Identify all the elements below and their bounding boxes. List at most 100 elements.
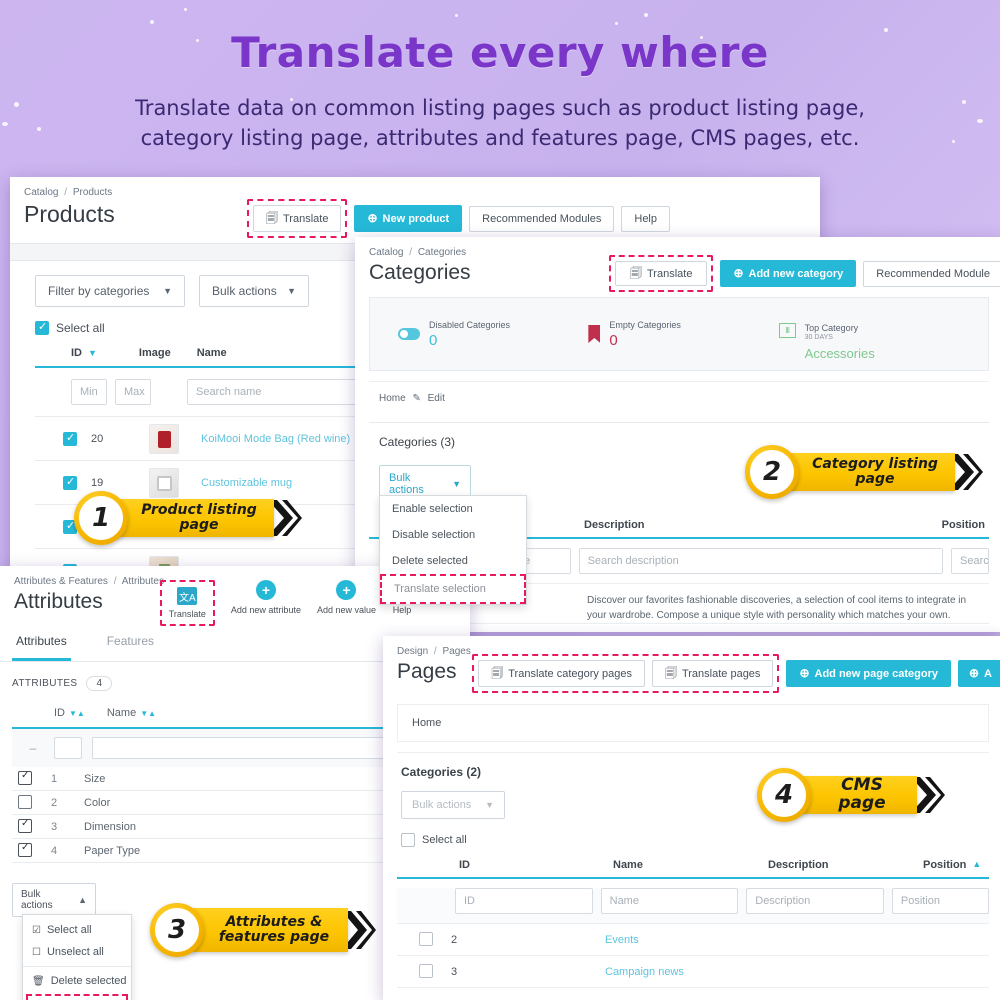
bulk-actions-select[interactable]: Bulk actions ▼ [199, 275, 309, 307]
breadcrumb-parent[interactable]: Catalog [369, 247, 403, 258]
ribbon-badge-4: 4 CMS page [757, 768, 945, 822]
row-name-link[interactable]: KoiMooi Mode Bag (Red wine) [201, 433, 350, 445]
row-checkbox[interactable] [419, 964, 433, 979]
menu-item-unselect-all[interactable]: ☐ Unselect all [23, 941, 131, 963]
products-header: Catalog / Products Products 🗐 Translate … [10, 177, 820, 243]
row-checkbox[interactable] [18, 818, 32, 834]
column-header-position[interactable]: Position [923, 859, 966, 871]
menu-item-translate-selection[interactable]: Translate selection [380, 574, 526, 604]
sort-chevron-up-icon[interactable]: ▲ [972, 859, 981, 871]
filter-position-input[interactable]: Searc [951, 548, 989, 574]
breadcrumb-separator: / [409, 247, 413, 258]
column-header-name[interactable]: Name [197, 347, 227, 359]
menu-item-disable-selection[interactable]: Disable selection [380, 522, 526, 548]
row-id: 3 [50, 820, 58, 833]
help-button[interactable]: Help [621, 205, 670, 232]
translate-icon: 🗐 [266, 211, 278, 225]
column-header-name[interactable]: Name [107, 707, 136, 719]
recommended-modules-button[interactable]: Recommended Module [863, 260, 1000, 287]
menu-item-delete-selected[interactable]: Delete selected [380, 548, 526, 574]
translate-pages-button[interactable]: 🗐 Translate pages [651, 660, 774, 688]
column-header-description[interactable]: Description [768, 859, 923, 871]
ribbon-bar: Attributes & features page [190, 908, 348, 952]
filter-min-input[interactable]: Min [71, 379, 107, 405]
menu-item-translate-selection[interactable]: 🗐 Translate selection [26, 994, 128, 1000]
nav-edit[interactable]: Edit [428, 393, 445, 404]
column-header-position[interactable]: Position [942, 519, 989, 531]
sort-chevron-icon[interactable]: ▼ [88, 348, 97, 358]
row-name-link[interactable]: Customizable mug [201, 477, 292, 489]
column-header-id[interactable]: ID [54, 707, 65, 719]
table-row[interactable]: 3 Campaign news [397, 955, 989, 987]
pages-bulk-actions-select[interactable]: Bulk actions ▼ [401, 791, 505, 819]
sort-icon[interactable]: ▼▲ [140, 709, 156, 718]
menu-item-enable-selection[interactable]: Enable selection [380, 496, 526, 522]
add-new-page-button[interactable]: ⊕ A [957, 660, 1000, 688]
translate-pages-label: Translate pages [681, 667, 761, 680]
categories-panel: Catalog / Categories Categories 🗐 Transl… [355, 237, 1000, 632]
new-product-button[interactable]: ⊕ New product [354, 205, 463, 233]
row-checkbox[interactable] [18, 770, 32, 786]
filter-position-input[interactable]: Position [891, 888, 990, 914]
filter-id-input[interactable]: ID [455, 888, 593, 914]
breadcrumb-current: Pages [442, 646, 471, 657]
column-header-description[interactable]: Description [584, 519, 645, 531]
new-product-label: New product [382, 212, 450, 225]
breadcrumb-parent[interactable]: Design [397, 646, 428, 657]
nav-home[interactable]: Home [379, 393, 406, 404]
kpi-value: 0 [609, 331, 618, 349]
select-all-label: Select all [56, 321, 105, 335]
breadcrumb-parent[interactable]: Catalog [24, 187, 58, 198]
filter-max-input[interactable]: Max [115, 379, 151, 405]
row-name-link[interactable]: Campaign news [605, 966, 760, 978]
translate-action[interactable]: 文A Translate [169, 587, 206, 619]
menu-item-select-all[interactable]: ☑ Select all [23, 919, 131, 941]
filter-by-categories-label: Filter by categories [48, 284, 150, 298]
select-all-checkbox[interactable] [35, 320, 49, 335]
plus-icon: + [255, 580, 276, 600]
kpi-sublabel: 30 DAYS [804, 334, 833, 341]
select-all-checkbox[interactable] [401, 833, 415, 847]
sort-icon[interactable]: ▼▲ [69, 709, 85, 718]
row-id: 20 [91, 432, 104, 445]
column-header-id[interactable]: ID [459, 859, 613, 871]
ribbon-label: CMS page [838, 775, 886, 813]
tab-features[interactable]: Features [103, 624, 158, 661]
recommended-modules-button[interactable]: Recommended Modules [469, 205, 615, 232]
filter-description-input[interactable]: Search description [578, 548, 943, 574]
row-checkbox[interactable] [18, 842, 32, 858]
column-header-name[interactable]: Name [613, 859, 768, 871]
tab-attributes[interactable]: Attributes [12, 624, 71, 661]
attributes-count-badge: 4 [86, 676, 113, 691]
trash-icon: 🗑 [32, 975, 45, 987]
kpi-label: Empty Categories [609, 319, 681, 330]
translate-category-pages-button[interactable]: 🗐 Translate category pages [478, 660, 645, 688]
row-checkbox[interactable] [18, 795, 32, 810]
filter-by-categories-select[interactable]: Filter by categories ▼ [35, 275, 185, 307]
add-new-category-button[interactable]: ⊕ Add new category [720, 260, 857, 288]
filter-id-input[interactable] [53, 737, 82, 759]
column-header-id[interactable]: ID [71, 347, 82, 359]
add-new-value-action[interactable]: + Add new value [317, 580, 376, 615]
nav-home[interactable]: Home [412, 717, 441, 729]
table-row[interactable]: 2 Events [397, 923, 989, 955]
kpi-value: 0 [429, 331, 438, 349]
menu-item-delete-selected[interactable]: 🗑 Delete selected [23, 970, 131, 992]
bulk-actions-label: Bulk actions [412, 799, 472, 811]
attributes-bulk-actions-select[interactable]: Bulk actions ▲ [12, 883, 96, 917]
filter-name-input[interactable]: Name [600, 888, 739, 914]
breadcrumb-parent[interactable]: Attributes & Features [14, 576, 108, 587]
menu-divider [23, 966, 131, 967]
row-checkbox[interactable] [419, 932, 433, 947]
translate-button[interactable]: 🗐 Translate [253, 205, 342, 233]
add-new-attribute-action[interactable]: + Add new attribute [231, 580, 301, 615]
filter-search-name-input[interactable]: Search name [187, 379, 375, 405]
row-name-link[interactable]: Events [605, 934, 760, 946]
filter-description-input[interactable]: Description [746, 888, 884, 914]
add-new-value-label: Add new value [316, 605, 376, 615]
row-checkbox[interactable] [63, 431, 77, 446]
row-checkbox[interactable] [63, 475, 77, 490]
translate-button[interactable]: 🗐 Translate [615, 261, 708, 287]
add-new-page-category-button[interactable]: ⊕ Add new page category [786, 660, 951, 688]
bookmark-icon [588, 325, 601, 343]
